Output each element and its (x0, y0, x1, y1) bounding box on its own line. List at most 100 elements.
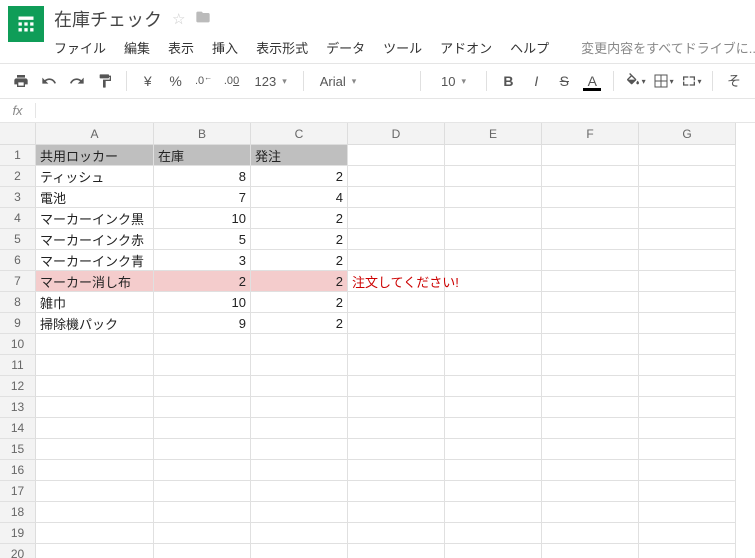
cell[interactable] (154, 376, 251, 397)
cell[interactable] (445, 145, 542, 166)
cell[interactable] (348, 523, 445, 544)
cell[interactable] (348, 439, 445, 460)
cell[interactable]: 2 (251, 313, 348, 334)
row-header[interactable]: 6 (0, 250, 36, 271)
cell[interactable] (542, 502, 639, 523)
row-header[interactable]: 13 (0, 397, 36, 418)
merge-cells-button[interactable]: ▾ (678, 68, 704, 94)
cell[interactable] (348, 187, 445, 208)
cell[interactable] (542, 397, 639, 418)
bold-button[interactable]: B (495, 68, 521, 94)
col-header-D[interactable]: D (348, 123, 445, 145)
cell[interactable] (445, 460, 542, 481)
paint-format-icon[interactable] (92, 68, 118, 94)
cell[interactable] (639, 250, 736, 271)
decrease-decimal[interactable]: .0← (191, 68, 217, 94)
cell[interactable]: 2 (251, 271, 348, 292)
font-select[interactable]: Arial▾ (312, 68, 412, 94)
cell[interactable] (445, 229, 542, 250)
cell[interactable] (445, 250, 542, 271)
row-header[interactable]: 10 (0, 334, 36, 355)
cell[interactable] (445, 439, 542, 460)
cell[interactable] (348, 544, 445, 558)
cell[interactable] (251, 397, 348, 418)
cell[interactable] (445, 292, 542, 313)
row-header[interactable]: 11 (0, 355, 36, 376)
col-header-F[interactable]: F (542, 123, 639, 145)
cell[interactable] (251, 439, 348, 460)
cell[interactable] (445, 376, 542, 397)
cell[interactable] (639, 544, 736, 558)
cell[interactable]: マーカーインク青 (36, 250, 154, 271)
cell[interactable]: 共用ロッカー (36, 145, 154, 166)
cell[interactable]: マーカーインク赤 (36, 229, 154, 250)
menu-file[interactable]: ファイル (54, 38, 106, 57)
cell[interactable] (639, 355, 736, 376)
cell[interactable] (639, 481, 736, 502)
cell[interactable] (251, 334, 348, 355)
cell[interactable]: 5 (154, 229, 251, 250)
format-percent[interactable]: % (163, 68, 189, 94)
row-header[interactable]: 19 (0, 523, 36, 544)
toolbar-more[interactable]: そ (721, 68, 747, 94)
cell[interactable] (348, 250, 445, 271)
row-header[interactable]: 4 (0, 208, 36, 229)
cell[interactable]: 10 (154, 292, 251, 313)
menu-edit[interactable]: 編集 (124, 38, 150, 57)
cell[interactable] (542, 334, 639, 355)
col-header-G[interactable]: G (639, 123, 736, 145)
cell[interactable] (348, 355, 445, 376)
doc-title[interactable]: 在庫チェック (54, 6, 162, 32)
cell[interactable] (639, 460, 736, 481)
formula-input[interactable] (36, 99, 755, 122)
row-header[interactable]: 14 (0, 418, 36, 439)
cell[interactable] (445, 271, 542, 292)
menu-data[interactable]: データ (326, 38, 365, 57)
cell[interactable] (639, 166, 736, 187)
cell[interactable] (154, 502, 251, 523)
cell[interactable] (36, 397, 154, 418)
cell[interactable] (639, 334, 736, 355)
cell[interactable] (445, 355, 542, 376)
cell[interactable] (542, 439, 639, 460)
cell[interactable] (154, 397, 251, 418)
cell[interactable] (639, 313, 736, 334)
cell[interactable] (542, 313, 639, 334)
menu-tools[interactable]: ツール (383, 38, 422, 57)
menu-view[interactable]: 表示 (168, 38, 194, 57)
cell[interactable] (36, 481, 154, 502)
menu-help[interactable]: ヘルプ (510, 38, 549, 57)
row-header[interactable]: 8 (0, 292, 36, 313)
cell[interactable]: 2 (154, 271, 251, 292)
text-color-button[interactable]: A (579, 68, 605, 94)
row-header[interactable]: 2 (0, 166, 36, 187)
cell[interactable] (542, 460, 639, 481)
row-header[interactable]: 12 (0, 376, 36, 397)
cell[interactable] (348, 229, 445, 250)
cell[interactable] (154, 439, 251, 460)
star-icon[interactable]: ☆ (172, 10, 185, 28)
row-header[interactable]: 1 (0, 145, 36, 166)
cell[interactable] (36, 544, 154, 558)
cell[interactable] (542, 187, 639, 208)
increase-decimal[interactable]: .00 (219, 68, 245, 94)
cell[interactable]: 電池 (36, 187, 154, 208)
cell[interactable] (348, 481, 445, 502)
cell[interactable] (36, 523, 154, 544)
borders-button[interactable]: ▾ (650, 68, 676, 94)
cell[interactable] (542, 208, 639, 229)
cell[interactable]: 注文してください! (348, 271, 445, 292)
cell[interactable] (639, 187, 736, 208)
cell[interactable] (639, 271, 736, 292)
cell[interactable] (251, 502, 348, 523)
cell[interactable] (542, 271, 639, 292)
cell[interactable] (639, 439, 736, 460)
cell[interactable] (639, 376, 736, 397)
cell[interactable]: 3 (154, 250, 251, 271)
cell[interactable]: 2 (251, 250, 348, 271)
cell[interactable] (251, 523, 348, 544)
cell[interactable] (639, 397, 736, 418)
row-header[interactable]: 5 (0, 229, 36, 250)
row-header[interactable]: 7 (0, 271, 36, 292)
sheets-logo[interactable] (8, 6, 44, 42)
